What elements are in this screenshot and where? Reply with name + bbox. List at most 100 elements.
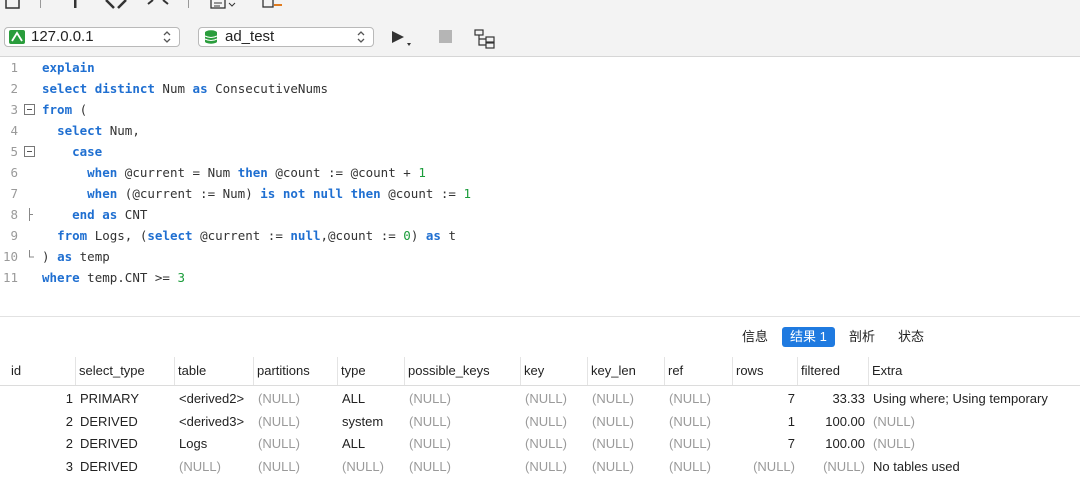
header-col-key-len[interactable]: key_len: [587, 357, 664, 385]
explain-icon[interactable]: [474, 29, 498, 49]
tab-result-1[interactable]: 结果 1: [782, 327, 835, 347]
sql-text: temp.CNT >=: [79, 270, 178, 285]
cell-key[interactable]: (NULL): [525, 411, 567, 434]
format-icon[interactable]: [210, 0, 240, 12]
cell-select-type[interactable]: PRIMARY: [80, 388, 139, 411]
sql-keyword: explain: [42, 60, 95, 75]
sql-editor[interactable]: 1 explain 2 select distinct Num as Consecut…: [0, 57, 1080, 315]
cell-key-len[interactable]: (NULL): [592, 388, 634, 411]
code-line[interactable]: 9 from Logs, (select @current := null,@c…: [0, 225, 1080, 246]
cell-type[interactable]: system: [342, 411, 383, 434]
cell-rows[interactable]: 1: [788, 411, 795, 434]
export-icon[interactable]: [262, 0, 284, 10]
cell-ref[interactable]: (NULL): [669, 433, 711, 456]
header-col-type[interactable]: type: [337, 357, 404, 385]
code-line[interactable]: 8 end as CNT: [0, 204, 1080, 225]
header-col-extra[interactable]: Extra: [868, 357, 1080, 385]
cell-table[interactable]: (NULL): [179, 456, 221, 479]
cell-filtered[interactable]: (NULL): [823, 456, 865, 479]
cell-key-len[interactable]: (NULL): [592, 411, 634, 434]
table-row[interactable]: 2 DERIVED Logs (NULL) ALL (NULL) (NULL) (NULL) (…: [0, 433, 1080, 456]
cell-possible-keys[interactable]: (NULL): [409, 456, 451, 479]
cell-filtered[interactable]: 100.00: [825, 433, 865, 456]
header-col-id[interactable]: id: [8, 357, 75, 385]
table-row[interactable]: 3 DERIVED (NULL) (NULL) (NULL) (NULL) (NULL) (N…: [0, 456, 1080, 479]
fold-collapse-icon[interactable]: [24, 103, 36, 116]
cell-table[interactable]: <derived3>: [179, 411, 244, 434]
code-line[interactable]: 11 where temp.CNT >= 3: [0, 267, 1080, 288]
cell-rows[interactable]: 7: [788, 388, 795, 411]
cell-extra[interactable]: No tables used: [873, 456, 960, 479]
save-icon[interactable]: [4, 0, 22, 10]
cell-key-len[interactable]: (NULL): [592, 456, 634, 479]
header-col-partitions[interactable]: partitions: [253, 357, 337, 385]
wrench-icon[interactable]: [104, 0, 128, 12]
cell-partitions[interactable]: (NULL): [258, 411, 300, 434]
database-select[interactable]: ad_test: [198, 27, 374, 47]
tab-info[interactable]: 信息: [734, 327, 776, 347]
cell-id[interactable]: 2: [66, 411, 73, 434]
cell-rows[interactable]: 7: [788, 433, 795, 456]
sql-text: (: [72, 102, 88, 117]
cell-key[interactable]: (NULL): [525, 433, 567, 456]
cell-extra[interactable]: (NULL): [873, 433, 915, 456]
line-number: 2: [10, 81, 18, 96]
cell-id[interactable]: 3: [66, 456, 73, 479]
header-col-select-type[interactable]: select_type: [75, 357, 174, 385]
header-col-filtered[interactable]: filtered: [797, 357, 868, 385]
cell-id[interactable]: 2: [66, 433, 73, 456]
header-col-rows[interactable]: rows: [732, 357, 797, 385]
code-line[interactable]: 2 select distinct Num as ConsecutiveNums: [0, 78, 1080, 99]
code-line[interactable]: 10) as temp: [0, 246, 1080, 267]
cell-rows[interactable]: (NULL): [753, 456, 795, 479]
line-number: 11: [2, 270, 18, 285]
code-line[interactable]: 4 select Num,: [0, 120, 1080, 141]
sql-text: @count :=: [380, 186, 464, 201]
cell-extra[interactable]: (NULL): [873, 411, 915, 434]
cell-partitions[interactable]: (NULL): [258, 433, 300, 456]
cell-id[interactable]: 1: [66, 388, 73, 411]
cell-table[interactable]: <derived2>: [179, 388, 244, 411]
fold-collapse-icon[interactable]: [24, 145, 36, 158]
cell-type[interactable]: ALL: [342, 433, 365, 456]
result-tab-bar: 信息 结果 1 剖析 状态: [0, 316, 1080, 355]
header-col-table[interactable]: table: [174, 357, 253, 385]
cell-ref[interactable]: (NULL): [669, 456, 711, 479]
stop-icon[interactable]: [438, 29, 454, 45]
cell-possible-keys[interactable]: (NULL): [409, 388, 451, 411]
header-col-ref[interactable]: ref: [664, 357, 732, 385]
cell-partitions[interactable]: (NULL): [258, 388, 300, 411]
cell-filtered[interactable]: 100.00: [825, 411, 865, 434]
cell-ref[interactable]: (NULL): [669, 411, 711, 434]
cell-ref[interactable]: (NULL): [669, 388, 711, 411]
connection-select[interactable]: 127.0.0.1: [4, 27, 180, 47]
cell-type[interactable]: ALL: [342, 388, 365, 411]
cell-select-type[interactable]: DERIVED: [80, 456, 138, 479]
code-icon[interactable]: [146, 0, 170, 10]
cell-filtered[interactable]: 33.33: [832, 388, 865, 411]
cell-key-len[interactable]: (NULL): [592, 433, 634, 456]
cell-type[interactable]: (NULL): [342, 456, 384, 479]
cell-possible-keys[interactable]: (NULL): [409, 411, 451, 434]
cell-key[interactable]: (NULL): [525, 388, 567, 411]
header-col-key[interactable]: key: [520, 357, 587, 385]
cell-key[interactable]: (NULL): [525, 456, 567, 479]
cell-possible-keys[interactable]: (NULL): [409, 433, 451, 456]
cell-table[interactable]: Logs: [179, 433, 207, 456]
code-line[interactable]: 1 explain: [0, 57, 1080, 78]
run-icon[interactable]: [390, 29, 416, 49]
cell-partitions[interactable]: (NULL): [258, 456, 300, 479]
code-line[interactable]: 5 case: [0, 141, 1080, 162]
code-line[interactable]: 6 when @current = Num then @count := @co…: [0, 162, 1080, 183]
cell-select-type[interactable]: DERIVED: [80, 433, 138, 456]
tab-status[interactable]: 状态: [890, 327, 932, 347]
table-row[interactable]: 2 DERIVED <derived3> (NULL) system (NULL) (NUL…: [0, 411, 1080, 434]
code-line[interactable]: 7 when (@current := Num) is not null the…: [0, 183, 1080, 204]
cell-select-type[interactable]: DERIVED: [80, 411, 138, 434]
code-line[interactable]: 3 from (: [0, 99, 1080, 120]
cell-extra[interactable]: Using where; Using temporary: [873, 388, 1048, 411]
tab-profile[interactable]: 剖析: [841, 327, 883, 347]
info-icon[interactable]: [70, 0, 80, 10]
header-col-possible-keys[interactable]: possible_keys: [404, 357, 520, 385]
table-row[interactable]: 1 PRIMARY <derived2> (NULL) ALL (NULL) (NULL) (…: [0, 388, 1080, 411]
